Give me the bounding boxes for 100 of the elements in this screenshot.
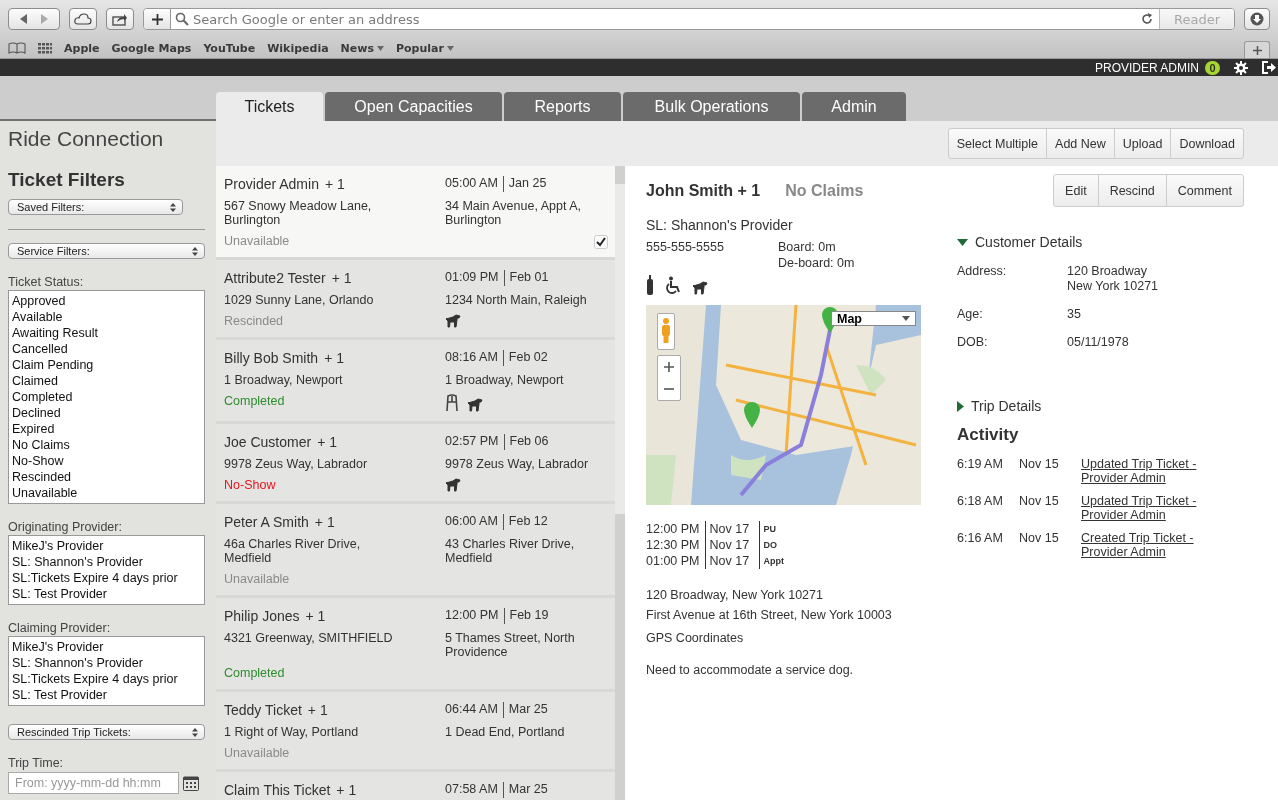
- pegman-icon: [660, 317, 672, 343]
- listbox-option[interactable]: SL: Test Provider: [12, 687, 201, 703]
- filter-listbox[interactable]: Approved Available Awaiting Result Cancelled Claim Pending Claimed Completed Declined Expired No Claims No-Show Rescinded Unavailable: [8, 290, 205, 504]
- reload-icon[interactable]: [1141, 13, 1153, 25]
- toolbar-button[interactable]: Download: [1171, 129, 1243, 158]
- share-button[interactable]: [106, 8, 134, 30]
- listbox-option[interactable]: No Claims: [12, 437, 201, 453]
- field-value: 05/11/1978: [1067, 335, 1130, 350]
- caret-icon: [377, 45, 384, 51]
- cloud-button[interactable]: [69, 8, 97, 30]
- nav-tab[interactable]: Tickets: [216, 92, 323, 121]
- add-bookmark-icon[interactable]: [151, 13, 163, 25]
- back-icon[interactable]: [19, 14, 28, 24]
- user-name[interactable]: PROVIDER ADMIN: [1095, 60, 1199, 75]
- section-title[interactable]: Customer Details: [975, 234, 1083, 250]
- filter-label: Ticket Status:: [8, 275, 85, 289]
- activity-link[interactable]: Created Trip Ticket - Provider Admin: [1081, 531, 1201, 559]
- settings-icon[interactable]: [1234, 60, 1248, 75]
- ticket-row[interactable]: Teddy Ticket + 1 06:44 AM Mar 25 1 Right of Way, Portland 1 Dead End, Portland Unavailable: [216, 692, 615, 769]
- scrollbar[interactable]: [615, 166, 625, 800]
- new-tab-button[interactable]: [1244, 41, 1270, 58]
- listbox-option[interactable]: SL: Shannon's Provider: [12, 655, 201, 671]
- listbox-option[interactable]: Claim Pending: [12, 357, 201, 373]
- activity-date: Nov 15: [1019, 494, 1060, 510]
- action-button[interactable]: Edit: [1054, 175, 1099, 206]
- bookmark-link[interactable]: Google Maps: [111, 41, 192, 55]
- filter-label: Trip Time:: [8, 756, 65, 770]
- back-forward-buttons[interactable]: [8, 8, 60, 30]
- collapsed-triangle-icon[interactable]: [957, 400, 964, 412]
- ticket-row[interactable]: Philip Jones + 1 12:00 PM Feb 19 4321 Greenway, SMITHFIELD 5 Thames Street, North Providence Completed: [216, 598, 615, 689]
- calendar-icon[interactable]: [183, 775, 199, 791]
- action-button[interactable]: Rescind: [1098, 175, 1167, 206]
- listbox-option[interactable]: Expired: [12, 421, 201, 437]
- top-sites-grid-icon[interactable]: [38, 42, 52, 54]
- activity-link[interactable]: Updated Trip Ticket - Provider Admin: [1081, 457, 1201, 485]
- checkmark-icon[interactable]: [594, 235, 608, 249]
- expanded-triangle-icon[interactable]: [957, 238, 968, 246]
- filter-dropdown[interactable]: Rescinded Trip Tickets:: [8, 724, 205, 740]
- pickup-date: Feb 02: [502, 350, 548, 366]
- listbox-option[interactable]: Awaiting Result: [12, 325, 201, 341]
- toolbar-button[interactable]: Upload: [1114, 129, 1172, 158]
- bookmark-link[interactable]: News: [340, 41, 384, 55]
- listbox-option[interactable]: MikeJ's Provider: [12, 639, 201, 655]
- ticket-row[interactable]: Billy Bob Smith + 1 08:16 AM Feb 02 1 Broadway, Newport 1 Broadway, Newport Completed: [216, 340, 615, 421]
- action-button[interactable]: Comment: [1166, 175, 1243, 206]
- nav-tab[interactable]: Bulk Operations: [623, 92, 800, 121]
- ticket-row[interactable]: Joe Customer + 1 02:57 PM Feb 06 9978 Zeus Way, Labrador 9978 Zeus Way, Labrador No-Show: [216, 424, 615, 501]
- nav-tab[interactable]: Open Capacities: [325, 92, 502, 121]
- listbox-option[interactable]: Unavailable: [12, 485, 201, 501]
- toolbar-button[interactable]: Add New: [1047, 129, 1115, 158]
- oxygen-tank-icon: [646, 275, 654, 295]
- listbox-option[interactable]: Claimed: [12, 373, 201, 389]
- listbox-option[interactable]: Declined: [12, 405, 201, 421]
- listbox-option[interactable]: MikeJ's Provider: [12, 538, 201, 554]
- downloads-button[interactable]: [1244, 8, 1270, 30]
- trip-time-field[interactable]: From: yyyy-mm-dd hh:mm: [8, 772, 179, 794]
- nav-tab[interactable]: Reports: [504, 92, 621, 121]
- filter-listbox[interactable]: MikeJ's Provider SL: Shannon's Provider SL:Tickets Expire 4 days prior SL: Test Provider: [8, 636, 205, 706]
- map-type-dropdown[interactable]: Map: [831, 311, 916, 326]
- schedule-tag: PU: [758, 521, 777, 537]
- dog-icon: [692, 281, 708, 295]
- ticket-row[interactable]: Provider Admin + 1 05:00 AM Jan 25 567 Snowy Meadow Lane, Burlington 34 Main Avenue, Appt A, Burlington Unavailable: [216, 166, 615, 257]
- ticket-row[interactable]: Peter A Smith + 1 06:00 AM Feb 12 46a Charles River Drive, Medfield 43 Charles River Drive, Medfield Unavailable: [216, 504, 615, 595]
- schedule-tag: DO: [758, 537, 777, 553]
- filter-dropdown[interactable]: Service Filters:: [8, 243, 205, 259]
- pickup-date: Feb 01: [503, 270, 549, 286]
- listbox-option[interactable]: Cancelled: [12, 341, 201, 357]
- toolbar-button[interactable]: Select Multiple: [948, 129, 1048, 158]
- listbox-option[interactable]: SL:Tickets Expire 4 days prior: [12, 570, 201, 586]
- cloud-icon: [74, 13, 92, 25]
- activity-link[interactable]: Updated Trip Ticket - Provider Admin: [1081, 494, 1201, 522]
- logout-icon[interactable]: [1262, 61, 1276, 74]
- listbox-option[interactable]: No-Show: [12, 453, 201, 469]
- bookmark-link[interactable]: YouTube: [203, 41, 256, 55]
- section-title[interactable]: Trip Details: [971, 398, 1042, 414]
- passenger-count: + 1: [331, 270, 352, 286]
- caret-icon: [902, 316, 910, 321]
- listbox-option[interactable]: Completed: [12, 389, 201, 405]
- bookmark-link[interactable]: Apple: [64, 41, 100, 55]
- address-field[interactable]: Search Google or enter an address: [189, 11, 1141, 27]
- pickup-time: 01:09 PM: [445, 270, 499, 286]
- ticket-status: Unavailable: [224, 234, 291, 248]
- listbox-option[interactable]: SL:Tickets Expire 4 days prior: [12, 671, 201, 687]
- bookmark-link[interactable]: Wikipedia: [267, 41, 329, 55]
- listbox-option[interactable]: Rescinded: [12, 469, 201, 485]
- filter-listbox[interactable]: MikeJ's Provider SL: Shannon's Provider SL:Tickets Expire 4 days prior SL: Test Provider: [8, 535, 205, 605]
- bookmark-link[interactable]: Popular: [396, 41, 454, 55]
- activity-date: Nov 15: [1019, 457, 1060, 473]
- bookmarks-book-icon[interactable]: [8, 42, 26, 54]
- nav-tab[interactable]: Admin: [802, 92, 906, 121]
- ticket-row[interactable]: Claim This Ticket + 1 07:58 AM Mar 25: [216, 772, 615, 800]
- notification-badge[interactable]: 0: [1205, 60, 1220, 75]
- activity-time: 6:18 AM: [957, 494, 1004, 510]
- filter-dropdown[interactable]: Saved Filters:: [8, 199, 183, 215]
- listbox-option[interactable]: SL: Test Provider: [12, 586, 201, 602]
- listbox-option[interactable]: SL: Shannon's Provider: [12, 554, 201, 570]
- listbox-option[interactable]: Available: [12, 309, 201, 325]
- ticket-row[interactable]: Attribute2 Tester + 1 01:09 PM Feb 01 1029 Sunny Lane, Orlando 1234 North Main, Raleigh Rescinded: [216, 260, 615, 337]
- listbox-option[interactable]: Approved: [12, 293, 201, 309]
- dropoff-address: 9978 Zeus Way, Labrador: [445, 457, 590, 471]
